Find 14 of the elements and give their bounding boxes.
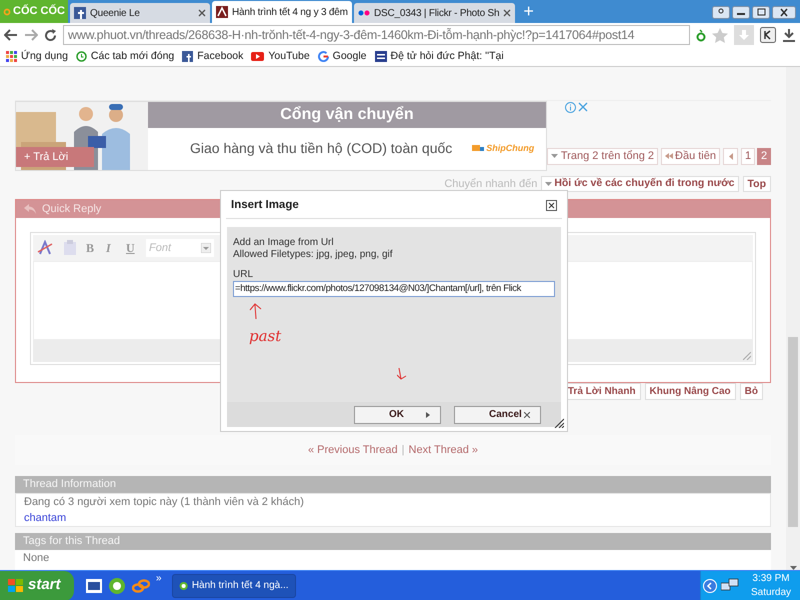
tags-panel: None <box>15 550 771 570</box>
section-header: Tags for this Thread <box>15 533 771 550</box>
dialog-title: Insert Image <box>231 198 299 213</box>
handwritten-note: past <box>249 326 282 347</box>
field-label: URL <box>233 269 254 281</box>
dialog-text: Add an Image from Url <box>233 237 335 249</box>
ad-title-bar: Cổng vận chuyển <box>148 102 546 128</box>
separator: | <box>402 442 405 458</box>
info-panel: Đang có 3 người xem topic này (1 thành viên và 2 khách) chantam <box>15 493 771 528</box>
section-header: Thread Information <box>15 476 771 494</box>
clock-day: Saturday <box>751 586 792 600</box>
jump-label: Chuyển nhanh đến <box>444 176 538 192</box>
dialog-text: Allowed Filetypes: jpg, jpeg, png, gif <box>233 249 394 261</box>
clock-time: 3:39 PM <box>752 572 790 586</box>
